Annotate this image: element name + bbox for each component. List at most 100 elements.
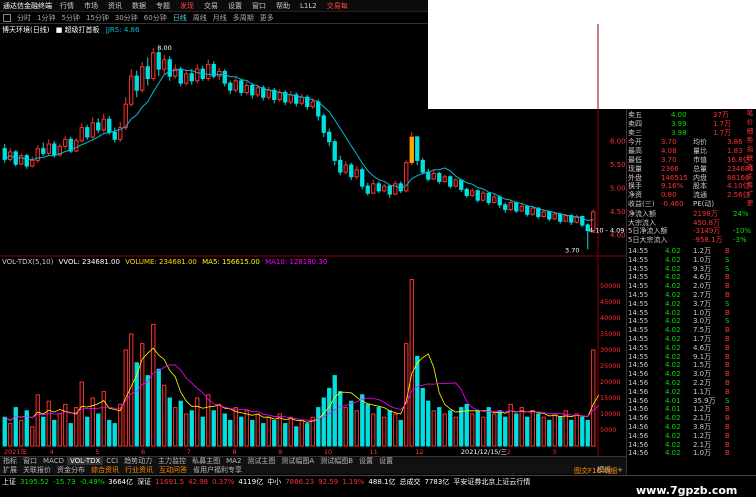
tick-row-cell: 9.1万	[693, 352, 712, 361]
menu-item[interactable]: 行情	[55, 1, 79, 11]
candle-body	[167, 59, 172, 77]
tick-row-cell: 14:55	[628, 308, 649, 317]
ask-row-cell: 卖三	[628, 128, 642, 137]
index-label[interactable]: 中小	[265, 477, 283, 487]
tab[interactable]: 资金分布	[54, 465, 88, 475]
tab[interactable]: 扩展	[0, 465, 20, 475]
period-tab-daily[interactable]: 日线	[170, 13, 190, 23]
menu-item[interactable]: 帮助	[271, 1, 295, 11]
side-tab[interactable]: 值	[743, 163, 756, 172]
menu-item[interactable]: 资讯	[103, 1, 127, 11]
volume-bar	[398, 419, 403, 447]
stat-row-cell: 4.08	[661, 147, 677, 156]
volume-bar	[514, 413, 519, 447]
menu-item[interactable]: 数据	[127, 1, 151, 11]
period-tab[interactable]: 5分钟	[58, 13, 82, 23]
menu-item[interactable]: 设置	[223, 1, 247, 11]
volume-bar	[437, 407, 442, 447]
tab[interactable]: 关联报价	[20, 465, 54, 475]
volume-bar	[2, 416, 7, 447]
candle-body	[547, 211, 552, 220]
period-tab[interactable]: 分时	[14, 13, 34, 23]
candle-body	[563, 215, 568, 222]
menu-item[interactable]: 窗口	[247, 1, 271, 11]
volume-bar	[41, 416, 46, 447]
side-tab[interactable]: 联	[743, 154, 756, 163]
news-ticker[interactable]: 平安证券北京上证云行情	[451, 477, 532, 487]
candle-body	[464, 188, 469, 196]
stat-row-cell: 最低	[628, 156, 642, 164]
tick-row-cell: 7.5万	[693, 326, 712, 335]
tick-row-cell: 4.02	[665, 308, 681, 317]
tick-row-cell: B	[725, 370, 730, 379]
volume-bar	[222, 413, 227, 447]
index-value: 7866.23	[285, 477, 315, 486]
candle-body	[327, 131, 332, 143]
f10-hint[interactable]: 图文F10 明细	[574, 466, 617, 476]
side-tab[interactable]: 主	[743, 172, 756, 181]
side-tab[interactable]: 笔	[743, 109, 756, 118]
volume-bar	[173, 407, 178, 447]
candle-body	[2, 148, 7, 160]
period-tab[interactable]: 15分钟	[83, 13, 112, 23]
candle-body	[382, 185, 387, 192]
user-label[interactable]: L1L2	[295, 2, 322, 10]
tick-row-cell: 4.02	[665, 370, 681, 379]
period-tab[interactable]: 更多	[257, 13, 277, 23]
side-tab[interactable]: 更	[743, 199, 756, 208]
highlight-candle	[409, 136, 414, 163]
menu-item[interactable]: 专题	[151, 1, 175, 11]
period-tab[interactable]: 60分钟	[141, 13, 170, 23]
candle-body	[156, 52, 161, 70]
index-label[interactable]: 上证	[0, 477, 18, 487]
index-label[interactable]: 深证	[135, 477, 153, 487]
candle-body	[24, 155, 29, 167]
tick-row-cell: 2.7万	[693, 291, 712, 299]
menu-item[interactable]: 交易	[199, 1, 223, 11]
side-tab[interactable]: 筹	[743, 181, 756, 190]
candle-body	[266, 89, 271, 98]
tick-row-cell: B	[725, 247, 730, 255]
candle-body	[387, 185, 392, 195]
stat-row-cell: PE(动)	[693, 200, 715, 208]
tick-row-cell: B	[725, 335, 730, 343]
candle-body	[525, 205, 530, 215]
tick-row-cell: 2.0万	[693, 282, 712, 291]
period-tab[interactable]: 月线	[210, 13, 230, 23]
side-tab[interactable]: 扩	[743, 190, 756, 199]
candle-body	[530, 207, 535, 215]
tab[interactable]: 互动问答	[156, 465, 190, 475]
volume-bar	[547, 419, 552, 447]
menu-item[interactable]: 市场	[79, 1, 103, 11]
stat-row-cell: 总量	[693, 164, 707, 173]
volume-bar	[13, 407, 18, 447]
tick-row: 14:56 4.02 1.2万 B	[627, 432, 756, 440]
tick-row-cell: 4.02	[665, 423, 681, 431]
tick-row-cell: 2.1万	[693, 414, 712, 423]
side-tab[interactable]: 势	[743, 136, 756, 145]
tick-row-cell: B	[725, 273, 730, 282]
tab[interactable]: 省用户福利专享	[190, 465, 245, 475]
volume-bar	[239, 416, 244, 447]
volume-bar	[96, 413, 101, 447]
side-tab[interactable]: 价	[743, 118, 756, 127]
tick-row-cell: 1.0万	[693, 255, 712, 264]
period-tab[interactable]: 1分钟	[34, 13, 58, 23]
side-tab[interactable]: 指	[743, 145, 756, 154]
period-tab[interactable]: 30分钟	[112, 13, 141, 23]
volume-bar	[46, 400, 51, 447]
tab[interactable]: 行业资讯	[122, 465, 156, 475]
trade-button[interactable]: 交易每	[322, 1, 353, 11]
tick-row-cell: 14:55	[628, 282, 649, 291]
tick-row-cell: S	[725, 396, 730, 405]
tab[interactable]: 综合资讯	[88, 465, 122, 475]
checkbox-icon[interactable]	[3, 13, 11, 22]
period-tab[interactable]: 多周期	[230, 13, 257, 23]
vol-indicator-name[interactable]: VOL-TDX(5,10)	[2, 258, 53, 266]
period-tab[interactable]: 周线	[190, 13, 210, 23]
menu-item[interactable]: 发现	[175, 1, 199, 11]
candle-body	[112, 131, 117, 140]
tick-row-cell: 4.02	[665, 352, 681, 361]
side-tab[interactable]: 细	[743, 127, 756, 136]
kline-chart[interactable]: 6.005.505.004.504.0050000450004000035000…	[0, 24, 626, 456]
